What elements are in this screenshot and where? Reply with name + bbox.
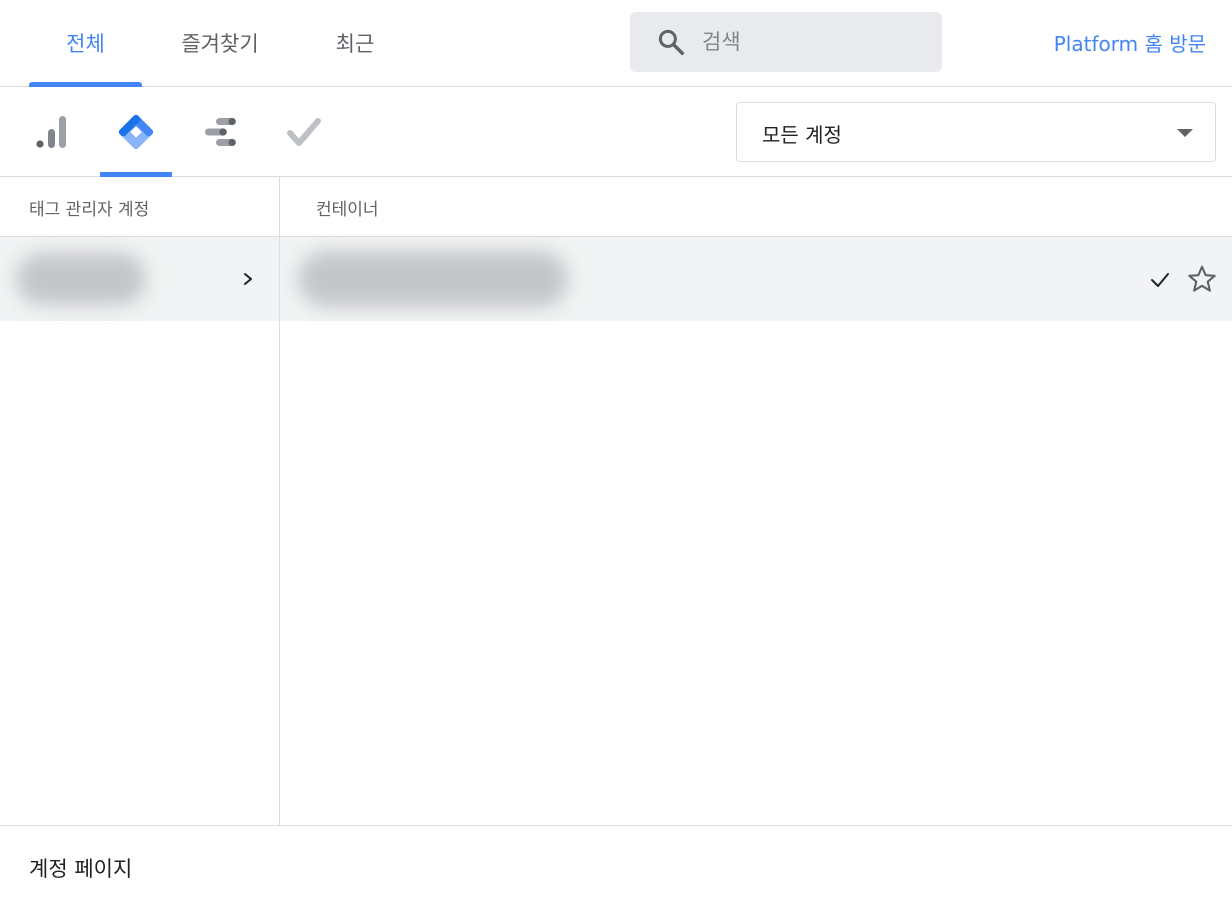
- search-input[interactable]: [702, 22, 922, 62]
- tab-recent[interactable]: 최근: [314, 0, 396, 86]
- tab-all[interactable]: 전체: [29, 0, 142, 87]
- tab-favorites-label: 즐겨찾기: [181, 32, 259, 56]
- tab-all-label: 전체: [66, 32, 105, 56]
- data-studio-icon: [205, 117, 236, 146]
- account-page-link[interactable]: 계정 페이지: [29, 853, 132, 883]
- tag-manager-icon: [118, 114, 154, 149]
- accounts-column-header: 태그 관리자 계정: [29, 200, 150, 220]
- check-icon: [1151, 273, 1169, 287]
- star-outline-icon[interactable]: [1186, 263, 1218, 295]
- chevron-right-icon: [244, 273, 252, 285]
- optimize-check-icon: [287, 117, 321, 146]
- search-icon: [658, 29, 684, 55]
- tab-favorites[interactable]: 즐겨찾기: [162, 0, 278, 86]
- product-optimize-button[interactable]: [268, 87, 340, 176]
- top-header: 전체 즐겨찾기 최근 Platform 홈 방문: [0, 0, 1232, 87]
- account-filter-select[interactable]: 모든 계정: [736, 102, 1216, 162]
- product-data-studio-button[interactable]: [184, 87, 256, 176]
- account-filter-value: 모든 계정: [762, 123, 842, 147]
- container-name-redacted: [298, 251, 568, 307]
- column-header-row: 태그 관리자 계정 컨테이너: [0, 177, 1232, 237]
- container-list-item[interactable]: [280, 237, 1232, 321]
- account-list-item[interactable]: [0, 237, 279, 321]
- product-analytics-button[interactable]: [16, 87, 88, 176]
- dropdown-arrow-icon: [1177, 129, 1193, 137]
- footer: 계정 페이지: [0, 825, 1232, 899]
- platform-home-link[interactable]: Platform 홈 방문: [1054, 28, 1206, 57]
- product-switcher: 모든 계정: [0, 87, 1232, 177]
- account-name-redacted: [16, 253, 146, 305]
- analytics-bar-icon: [36, 115, 66, 148]
- containers-column-header: 컨테이너: [316, 200, 379, 220]
- tab-recent-label: 최근: [335, 32, 375, 56]
- product-tag-manager-button[interactable]: [100, 87, 172, 177]
- search-box[interactable]: [630, 12, 942, 72]
